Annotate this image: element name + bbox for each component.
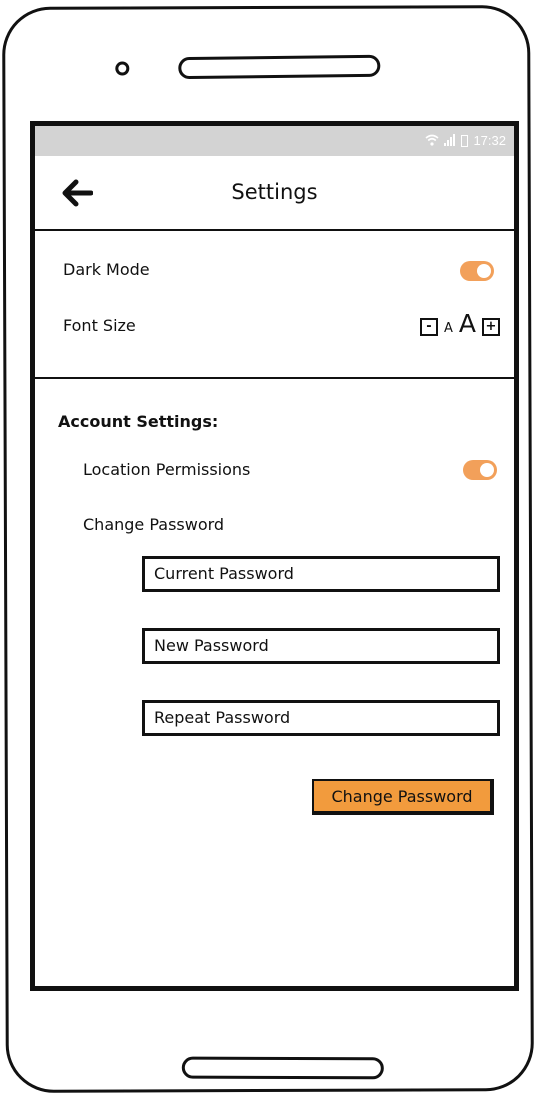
speaker-grille — [178, 54, 381, 80]
location-permissions-label: Location Permissions — [83, 460, 251, 479]
page-title: Settings — [231, 180, 318, 204]
font-size-label: Font Size — [63, 316, 136, 335]
change-password-label: Change Password — [83, 515, 225, 534]
new-password-field[interactable]: New Password — [142, 628, 500, 664]
dark-mode-toggle[interactable] — [460, 261, 494, 281]
font-decrease-button[interactable]: - — [419, 317, 438, 336]
account-settings-title: Account Settings: — [58, 412, 219, 431]
home-button[interactable] — [181, 1056, 384, 1080]
battery-icon — [461, 134, 469, 147]
font-large-glyph: A — [458, 309, 476, 338]
current-password-field[interactable]: Current Password — [142, 556, 500, 592]
status-time: 17:32 — [473, 133, 506, 148]
status-bar: 17:32 — [35, 126, 514, 156]
font-size-controls: - A A + — [419, 309, 500, 338]
preferences-section: Dark Mode Font Size - A A + — [35, 231, 514, 379]
wifi-icon — [425, 134, 439, 148]
location-permissions-toggle[interactable] — [463, 460, 497, 480]
font-increase-button[interactable]: + — [482, 317, 500, 336]
phone-screen: 17:32 Settings Dark Mode Font Size - A A… — [30, 121, 519, 991]
signal-icon — [444, 133, 456, 148]
toggle-knob — [480, 463, 494, 477]
toggle-knob — [477, 264, 491, 278]
font-small-glyph: A — [443, 320, 453, 336]
status-indicators: 17:32 — [425, 133, 506, 148]
change-password-button[interactable]: Change Password — [312, 779, 494, 815]
camera-icon — [115, 61, 130, 76]
dark-mode-label: Dark Mode — [63, 260, 150, 279]
app-header: Settings — [35, 156, 514, 231]
repeat-password-field[interactable]: Repeat Password — [142, 700, 500, 736]
